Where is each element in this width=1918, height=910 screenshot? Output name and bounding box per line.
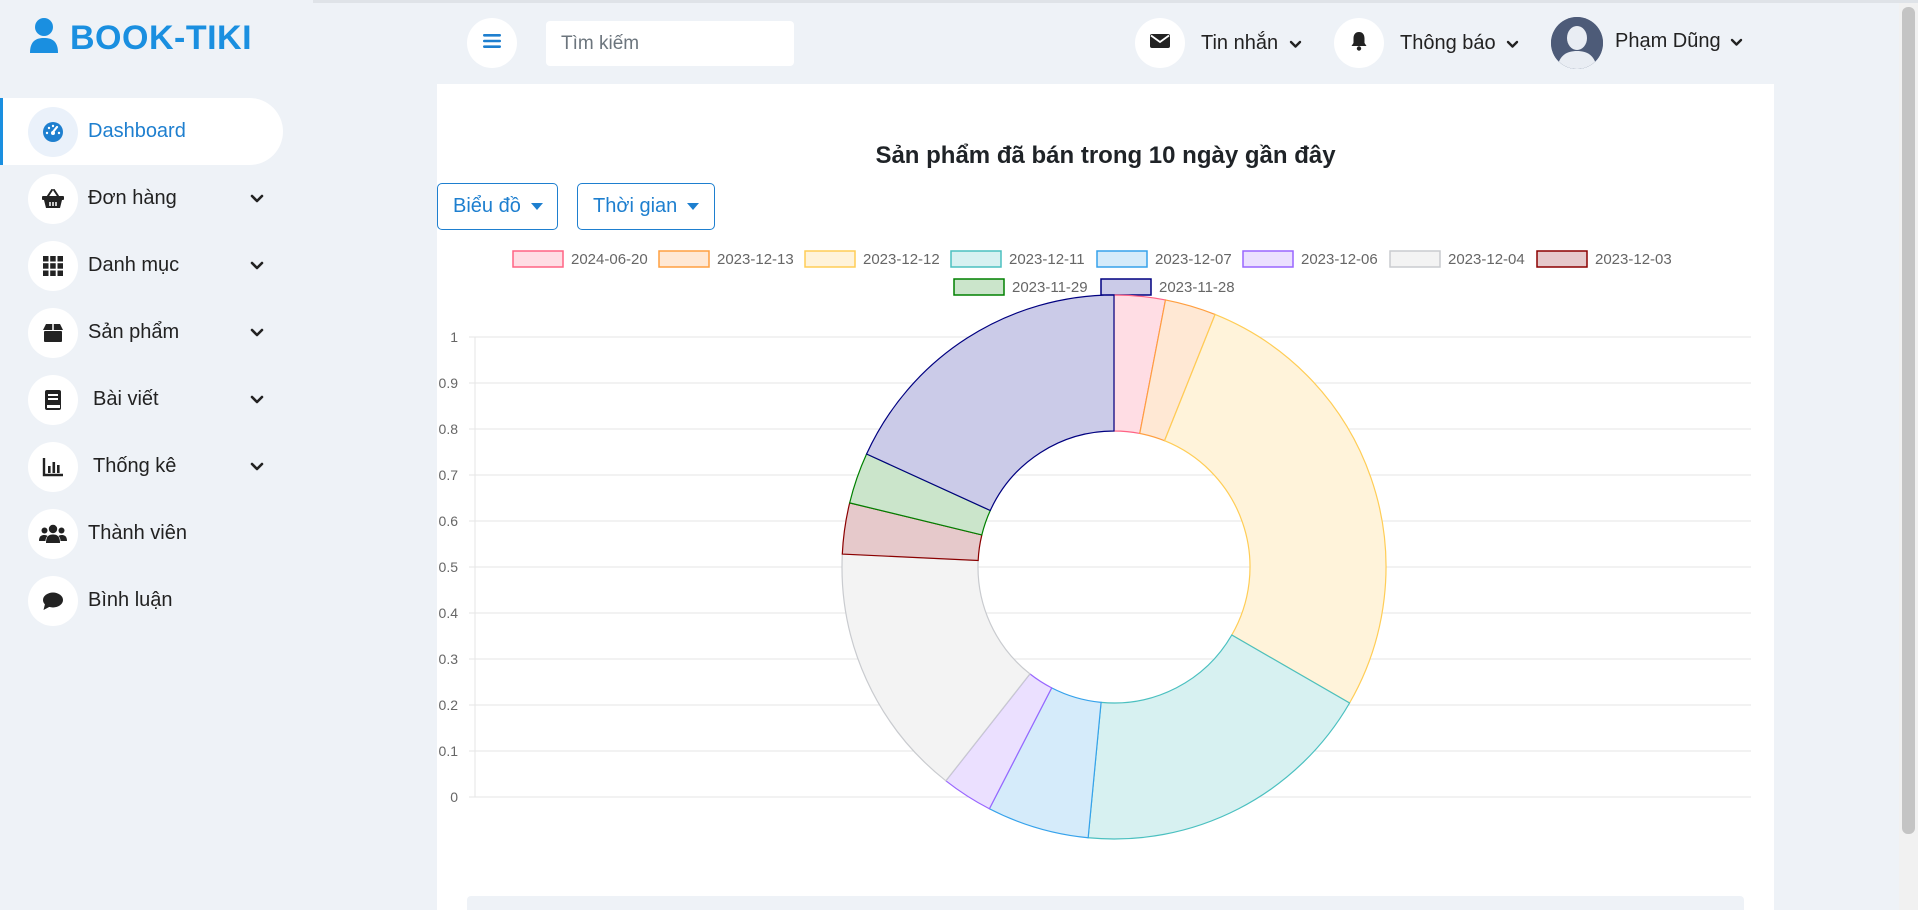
users-icon xyxy=(28,509,78,559)
menu-toggle-button[interactable] xyxy=(467,18,517,68)
bell-icon xyxy=(1350,31,1368,56)
chevron-down-icon[interactable] xyxy=(247,457,267,477)
y-tick-label: 0.9 xyxy=(439,375,459,391)
sidebar-item-statistics[interactable]: Thống kê xyxy=(0,433,283,500)
y-tick-label: 0.6 xyxy=(439,513,459,529)
caret-down-icon xyxy=(687,203,700,210)
gauge-icon xyxy=(28,107,78,157)
legend-label: 2023-12-07 xyxy=(1155,251,1232,268)
legend-swatch xyxy=(1242,250,1294,268)
messages-label[interactable]: Tin nhắn xyxy=(1201,32,1278,55)
legend-swatch xyxy=(512,250,564,268)
legend-swatch xyxy=(658,250,710,268)
search-input[interactable] xyxy=(546,21,794,66)
user-icon xyxy=(28,17,60,60)
sidebar-item-orders[interactable]: Đơn hàng xyxy=(0,165,283,232)
grid-icon xyxy=(28,241,78,291)
notifications-label[interactable]: Thông báo xyxy=(1400,32,1496,55)
legend-swatch xyxy=(950,250,1002,268)
sidebar-item-label: Danh mục xyxy=(88,254,180,276)
sidebar-item-label: Thống kê xyxy=(93,455,177,477)
legend-swatch xyxy=(804,250,856,268)
sidebar-item-label: Đơn hàng xyxy=(88,187,177,209)
y-tick-label: 0 xyxy=(450,789,458,805)
user-name[interactable]: Phạm Dũng xyxy=(1615,30,1721,53)
sidebar-item-label: Bài viết xyxy=(93,388,159,410)
basket-icon xyxy=(28,174,78,224)
sidebar-item-dashboard[interactable]: Dashboard xyxy=(0,98,283,165)
page-scrollbar[interactable] xyxy=(1899,3,1918,910)
y-tick-label: 1 xyxy=(450,329,458,345)
chevron-down-icon[interactable] xyxy=(1504,36,1520,52)
legend-label: 2023-12-04 xyxy=(1448,251,1525,268)
box-icon xyxy=(28,308,78,358)
chevron-down-icon[interactable] xyxy=(247,256,267,276)
y-tick-label: 0.8 xyxy=(439,421,459,437)
caret-down-icon xyxy=(530,203,543,210)
main-content: Sản phẩm đã bán trong 10 ngày gần đây Bi… xyxy=(437,84,1774,910)
legend-swatch xyxy=(1536,250,1588,268)
legend-label: 2023-12-11 xyxy=(1009,251,1085,268)
legend-swatch xyxy=(1389,250,1441,268)
next-section-card xyxy=(467,896,1744,910)
y-tick-label: 0.2 xyxy=(439,697,459,713)
chart-title: Sản phẩm đã bán trong 10 ngày gần đây xyxy=(875,142,1336,169)
time-label: Thời gian xyxy=(593,195,678,217)
sidebar: BOOK-TIKI Dashboard Đơn hàng Danh mục Sả… xyxy=(0,0,313,910)
time-dropdown[interactable]: Thời gian xyxy=(577,183,715,230)
chart-type-dropdown[interactable]: Biểu đồ xyxy=(437,183,558,230)
legend-swatch xyxy=(1096,250,1148,268)
sidebar-item-categories[interactable]: Danh mục xyxy=(0,232,283,299)
legend-label: 2023-12-03 xyxy=(1595,251,1672,268)
messages-button[interactable] xyxy=(1135,18,1185,68)
legend-label: 2023-11-28 xyxy=(1159,279,1235,296)
sidebar-item-posts[interactable]: Bài viết xyxy=(0,366,283,433)
sidebar-item-members[interactable]: Thành viên xyxy=(0,500,283,567)
y-tick-label: 0.1 xyxy=(439,743,459,759)
doughnut-chart: 1 0.9 0.8 0.7 0.6 0.5 0.4 0.3 0.2 0.1 0 2024-06-20 2… xyxy=(437,234,1774,864)
y-tick-label: 0.7 xyxy=(439,467,459,483)
doughnut-slice xyxy=(1163,313,1387,704)
chevron-down-icon[interactable] xyxy=(247,189,267,209)
chevron-down-icon[interactable] xyxy=(1728,34,1744,50)
brand-logo[interactable]: BOOK-TIKI xyxy=(28,16,252,60)
legend-label: 2024-06-20 xyxy=(571,251,648,268)
sidebar-item-comments[interactable]: Bình luận xyxy=(0,567,283,634)
top-header: Tin nhắn Thông báo Phạm Dũng xyxy=(437,3,1774,84)
legend-label: 2023-11-29 xyxy=(1012,279,1088,296)
sidebar-item-label: Thành viên xyxy=(88,522,187,544)
legend-swatch xyxy=(953,278,1005,296)
y-tick-label: 0.5 xyxy=(439,559,459,575)
envelope-icon xyxy=(1150,33,1170,54)
sidebar-item-label: Dashboard xyxy=(88,120,186,142)
y-tick-label: 0.4 xyxy=(439,605,459,621)
sidebar-item-label: Bình luận xyxy=(88,589,173,611)
avatar[interactable] xyxy=(1551,17,1603,69)
bar-chart-icon xyxy=(28,442,78,492)
sidebar-item-products[interactable]: Sản phẩm xyxy=(0,299,283,366)
chevron-down-icon[interactable] xyxy=(1287,36,1303,52)
hamburger-icon xyxy=(483,33,501,54)
comment-icon xyxy=(28,576,78,626)
notifications-button[interactable] xyxy=(1334,18,1384,68)
legend-label: 2023-12-12 xyxy=(863,251,940,268)
chart-canvas: 1 0.9 0.8 0.7 0.6 0.5 0.4 0.3 0.2 0.1 0 2024-06-20 2… xyxy=(439,250,1751,840)
legend-swatch xyxy=(1100,278,1152,296)
scrollbar-thumb[interactable] xyxy=(1902,7,1915,834)
book-icon xyxy=(28,375,78,425)
legend-label: 2023-12-06 xyxy=(1301,251,1378,268)
brand-title: BOOK-TIKI xyxy=(70,18,253,57)
chart-type-label: Biểu đồ xyxy=(453,195,521,217)
y-tick-label: 0.3 xyxy=(439,651,459,667)
chevron-down-icon[interactable] xyxy=(247,323,267,343)
sidebar-item-label: Sản phẩm xyxy=(88,321,180,343)
chevron-down-icon[interactable] xyxy=(247,390,267,410)
legend-label: 2023-12-13 xyxy=(717,251,794,268)
